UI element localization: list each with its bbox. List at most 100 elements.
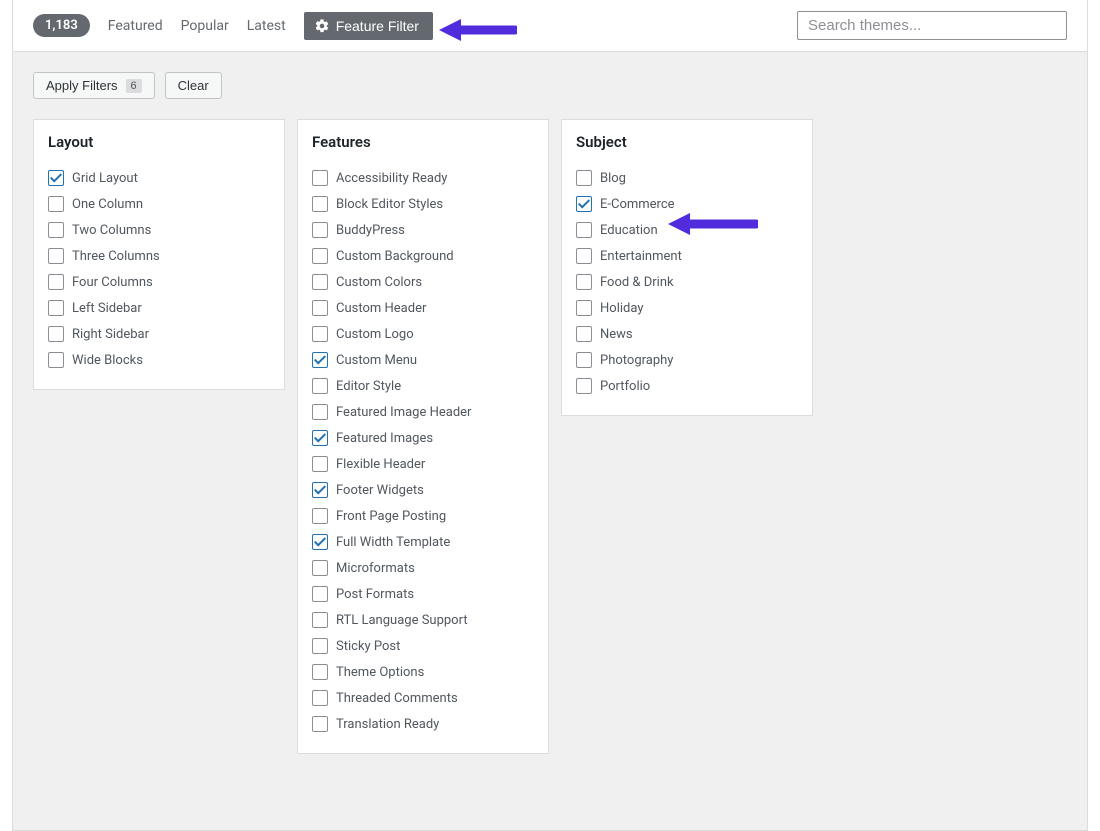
features-checkbox[interactable] [312,664,328,680]
features-checkbox[interactable] [312,170,328,186]
features-option-label: Sticky Post [336,639,400,654]
features-option[interactable]: Front Page Posting [312,503,534,529]
layout-option-label: One Column [72,197,143,212]
subject-option[interactable]: Food & Drink [576,269,798,295]
layout-option[interactable]: Grid Layout [48,165,270,191]
layout-option[interactable]: Left Sidebar [48,295,270,321]
layout-option[interactable]: One Column [48,191,270,217]
nav-latest[interactable]: Latest [247,18,286,34]
features-option[interactable]: Custom Background [312,243,534,269]
layout-option[interactable]: Two Columns [48,217,270,243]
features-title: Features [312,133,534,151]
features-option[interactable]: BuddyPress [312,217,534,243]
features-option[interactable]: Sticky Post [312,633,534,659]
layout-option[interactable]: Wide Blocks [48,347,270,373]
layout-checkbox[interactable] [48,274,64,290]
features-option[interactable]: Custom Menu [312,347,534,373]
features-checkbox[interactable] [312,378,328,394]
features-option[interactable]: Flexible Header [312,451,534,477]
subject-checkbox[interactable] [576,248,592,264]
subject-option[interactable]: E-Commerce [576,191,798,217]
layout-checkbox[interactable] [48,352,64,368]
features-checkbox[interactable] [312,560,328,576]
layout-option[interactable]: Four Columns [48,269,270,295]
features-checkbox[interactable] [312,430,328,446]
features-checkbox[interactable] [312,352,328,368]
features-option-label: Front Page Posting [336,509,446,524]
features-option[interactable]: Block Editor Styles [312,191,534,217]
layout-checkbox[interactable] [48,300,64,316]
subject-option[interactable]: News [576,321,798,347]
features-option[interactable]: Translation Ready [312,711,534,737]
feature-filter-button[interactable]: Feature Filter [304,12,433,40]
search-themes-input[interactable] [797,11,1067,40]
subject-checkbox[interactable] [576,196,592,212]
features-option-label: RTL Language Support [336,613,468,628]
features-checkbox[interactable] [312,638,328,654]
features-option-label: Custom Colors [336,275,422,290]
subject-checkbox[interactable] [576,222,592,238]
features-checkbox[interactable] [312,404,328,420]
features-checkbox[interactable] [312,534,328,550]
features-checkbox[interactable] [312,456,328,472]
layout-checkbox[interactable] [48,326,64,342]
layout-checkbox[interactable] [48,222,64,238]
layout-option-label: Grid Layout [72,171,138,186]
features-option[interactable]: Footer Widgets [312,477,534,503]
features-option[interactable]: Featured Images [312,425,534,451]
features-checkbox[interactable] [312,716,328,732]
subject-option-label: Food & Drink [600,275,674,290]
features-checkbox[interactable] [312,326,328,342]
features-option[interactable]: Featured Image Header [312,399,534,425]
features-checkbox[interactable] [312,508,328,524]
subject-title: Subject [576,133,798,151]
subject-checkbox[interactable] [576,274,592,290]
features-option[interactable]: Microformats [312,555,534,581]
layout-option[interactable]: Three Columns [48,243,270,269]
layout-option-label: Right Sidebar [72,327,149,342]
subject-checkbox[interactable] [576,378,592,394]
apply-filters-button[interactable]: Apply Filters 6 [33,72,155,99]
layout-checkbox[interactable] [48,170,64,186]
features-option[interactable]: Theme Options [312,659,534,685]
clear-filters-button[interactable]: Clear [165,72,222,99]
features-option[interactable]: Custom Header [312,295,534,321]
subject-checkbox[interactable] [576,326,592,342]
subject-option[interactable]: Photography [576,347,798,373]
features-option-label: Translation Ready [336,717,439,732]
features-option[interactable]: Custom Logo [312,321,534,347]
layout-option-label: Four Columns [72,275,153,290]
subject-option[interactable]: Holiday [576,295,798,321]
features-option[interactable]: Accessibility Ready [312,165,534,191]
subject-checkbox[interactable] [576,352,592,368]
nav-featured[interactable]: Featured [108,18,163,34]
layout-checkbox[interactable] [48,196,64,212]
features-option[interactable]: Editor Style [312,373,534,399]
features-checkbox[interactable] [312,690,328,706]
subject-option[interactable]: Education [576,217,798,243]
features-checkbox[interactable] [312,274,328,290]
features-checkbox[interactable] [312,482,328,498]
features-panel: Features Accessibility ReadyBlock Editor… [297,119,549,754]
subject-option[interactable]: Portfolio [576,373,798,399]
features-option[interactable]: RTL Language Support [312,607,534,633]
nav-popular[interactable]: Popular [181,18,229,34]
features-checkbox[interactable] [312,586,328,602]
features-checkbox[interactable] [312,612,328,628]
layout-option[interactable]: Right Sidebar [48,321,270,347]
subject-option[interactable]: Blog [576,165,798,191]
features-checkbox[interactable] [312,300,328,316]
layout-checkbox[interactable] [48,248,64,264]
features-option-label: Custom Background [336,249,454,264]
features-checkbox[interactable] [312,196,328,212]
features-option-label: Full Width Template [336,535,450,550]
features-checkbox[interactable] [312,222,328,238]
features-option[interactable]: Post Formats [312,581,534,607]
subject-checkbox[interactable] [576,170,592,186]
subject-checkbox[interactable] [576,300,592,316]
features-option[interactable]: Custom Colors [312,269,534,295]
features-checkbox[interactable] [312,248,328,264]
features-option[interactable]: Full Width Template [312,529,534,555]
features-option[interactable]: Threaded Comments [312,685,534,711]
subject-option[interactable]: Entertainment [576,243,798,269]
